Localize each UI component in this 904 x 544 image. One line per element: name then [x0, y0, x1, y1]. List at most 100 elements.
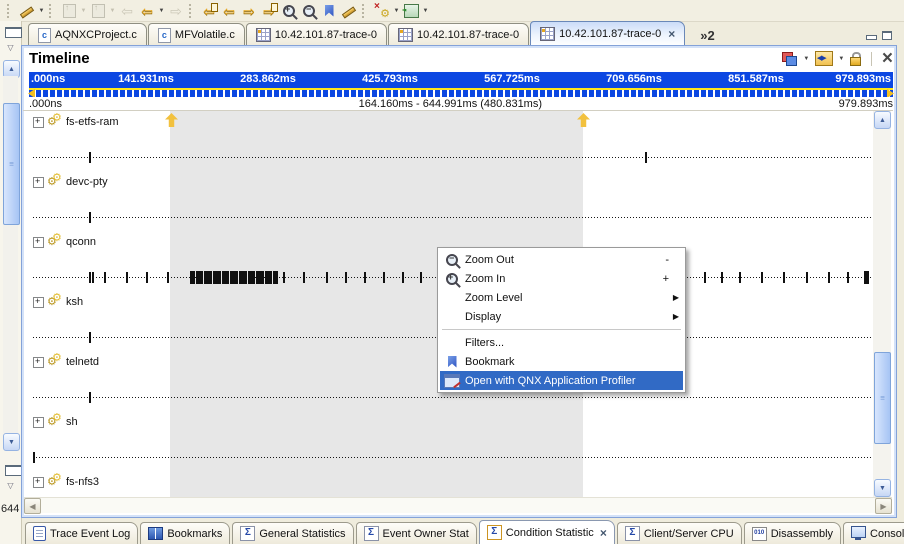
editor-tab[interactable]: 10.42.101.87-trace-0 ×	[530, 21, 685, 46]
expand-icon[interactable]	[33, 297, 44, 308]
horizontal-scrollbar[interactable]: ◀ ▶	[24, 497, 892, 513]
menu-item-label: Bookmark	[462, 356, 681, 368]
expand-icon[interactable]	[33, 417, 44, 428]
track-row-label[interactable]: sh	[33, 415, 78, 429]
paintbrush-icon[interactable]	[17, 2, 37, 20]
view-tab[interactable]: ΣGeneral Statistics	[232, 522, 353, 544]
editor-tab[interactable]: MFVolatile.c	[148, 23, 245, 46]
close-icon[interactable]: ×	[668, 29, 675, 39]
menu-item[interactable]: Bookmark	[440, 352, 683, 371]
track-row-label[interactable]: ksh	[33, 295, 83, 309]
menu-item[interactable]: Filters...	[440, 333, 683, 352]
view-tab[interactable]: ΣClient/Server CPU	[617, 522, 742, 544]
main-toolbar: ▼▼▼⇦⇦▼⇨⇦⇦⇨⇨▼▼	[0, 0, 904, 22]
select-event-icon[interactable]	[339, 2, 359, 20]
dropdown-arrow-icon[interactable]: ▼	[79, 8, 88, 14]
back-disabled-icon: ⇦	[121, 4, 133, 18]
restore-view-icon[interactable]	[5, 27, 22, 38]
expand-icon[interactable]	[33, 357, 44, 368]
dropdown-arrow-icon[interactable]: ▼	[392, 8, 401, 14]
scroll-left-button[interactable]: ◀	[24, 498, 41, 514]
track-row-label[interactable]: devc-pty	[33, 175, 108, 189]
rail-scroll-down-button[interactable]: ▼	[3, 433, 20, 451]
menu-item[interactable]: Open with QNX Application Profiler	[440, 371, 683, 390]
zoom-out-icon[interactable]	[299, 2, 319, 20]
event-tick	[89, 272, 91, 283]
menu-item[interactable]: Zoom Level▶	[440, 288, 683, 307]
editor-tab[interactable]: 10.42.101.87-trace-0	[246, 23, 387, 46]
first-event-icon[interactable]: ⇦	[199, 2, 219, 20]
dropdown-arrow-icon[interactable]: ▼	[802, 56, 811, 62]
track-row-label[interactable]: fs-etfs-ram	[33, 115, 119, 129]
track-row-label[interactable]: telnetd	[33, 355, 99, 369]
menu-item[interactable]: Display▶	[440, 307, 683, 326]
expand-icon[interactable]	[33, 477, 44, 488]
event-cluster-block	[222, 271, 229, 284]
next-event-icon[interactable]: ⇨	[239, 2, 259, 20]
event-tick	[126, 272, 128, 283]
dropdown-arrow-icon[interactable]: ▼	[108, 8, 117, 14]
close-icon[interactable]: ×	[600, 528, 607, 538]
back-icon[interactable]: ⇦	[137, 2, 157, 20]
sigma-icon: Σ	[487, 525, 502, 540]
event-tick	[89, 392, 91, 403]
view-menu-icon[interactable]: ▽	[3, 43, 18, 52]
event-tick	[783, 272, 785, 283]
zoom-in-icon[interactable]	[279, 2, 299, 20]
view-tab[interactable]: ΣCondition Statistic×	[479, 520, 615, 544]
profiler-config-icon[interactable]	[372, 2, 392, 20]
event-cluster-block	[256, 271, 264, 284]
dropdown-arrow-icon[interactable]: ▼	[837, 56, 846, 62]
rail-scrollbar-thumb[interactable]	[3, 103, 20, 225]
close-icon[interactable]: ×	[882, 52, 893, 66]
dropdown-arrow-icon[interactable]: ▼	[157, 8, 166, 14]
scrollbar-thumb[interactable]	[874, 352, 891, 444]
track-row-label[interactable]: fs-nfs3	[33, 475, 99, 489]
lock-icon[interactable]	[850, 52, 863, 66]
bookmark-icon[interactable]	[319, 2, 339, 20]
menu-item[interactable]: Zoom In+	[440, 269, 683, 288]
navigate-pane-icon[interactable]	[815, 51, 833, 66]
view-tab[interactable]: ΣEvent Owner Stat	[356, 522, 477, 544]
expand-icon[interactable]	[33, 237, 44, 248]
last-event-icon[interactable]: ⇨	[259, 2, 279, 20]
process-name: qconn	[66, 236, 96, 248]
editor-tab-label: 10.42.101.87-trace-0	[559, 28, 661, 40]
view-tab[interactable]: Disassembly	[744, 522, 841, 544]
dropdown-arrow-icon[interactable]: ▼	[421, 8, 430, 14]
event-tick	[383, 272, 385, 283]
dropdown-arrow-icon[interactable]: ▼	[37, 8, 46, 14]
view-tab[interactable]: Trace Event Log	[25, 522, 138, 544]
track-row-label[interactable]: qconn	[33, 235, 96, 249]
menu-item[interactable]: Zoom Out-	[440, 250, 683, 269]
selection-range-strip[interactable]	[29, 90, 893, 97]
scroll-up-button[interactable]: ▲	[874, 111, 891, 129]
book-icon	[148, 527, 163, 540]
tab-overflow-chevron[interactable]: »2	[700, 28, 714, 43]
view-tab[interactable]: Console	[843, 522, 904, 544]
view-tab-label: Client/Server CPU	[644, 528, 734, 540]
view-tab[interactable]: Bookmarks	[140, 522, 230, 544]
event-tick	[92, 272, 94, 283]
last-event-icon: ⇨	[263, 4, 275, 18]
scroll-down-button[interactable]: ▼	[874, 479, 891, 497]
expand-icon[interactable]	[33, 117, 44, 128]
editor-tab[interactable]: 10.42.101.87-trace-0	[388, 23, 529, 46]
back-disabled-icon: ⇦	[117, 2, 137, 20]
expand-icon[interactable]	[33, 177, 44, 188]
event-tick	[326, 272, 328, 283]
maximize-icon[interactable]	[882, 31, 892, 40]
prev-event-icon[interactable]: ⇦	[219, 2, 239, 20]
view-menu-icon[interactable]: ▽	[3, 481, 18, 490]
timeline-scale-bar[interactable]: .000ns141.931ms283.862ms425.793ms567.725…	[29, 72, 893, 88]
event-tick	[89, 152, 91, 163]
minimize-icon[interactable]	[866, 31, 876, 40]
scroll-right-button[interactable]: ▶	[875, 498, 892, 514]
select-event-icon	[342, 5, 356, 17]
editor-tab-label: 10.42.101.87-trace-0	[417, 29, 519, 41]
restore-view-icon[interactable]	[5, 465, 22, 476]
editor-tab[interactable]: AQNXCProject.c	[28, 23, 147, 46]
open-trace-icon[interactable]	[401, 2, 421, 20]
display-settings-icon[interactable]	[782, 52, 798, 66]
vertical-scrollbar[interactable]: ▲ ▼	[873, 111, 891, 497]
